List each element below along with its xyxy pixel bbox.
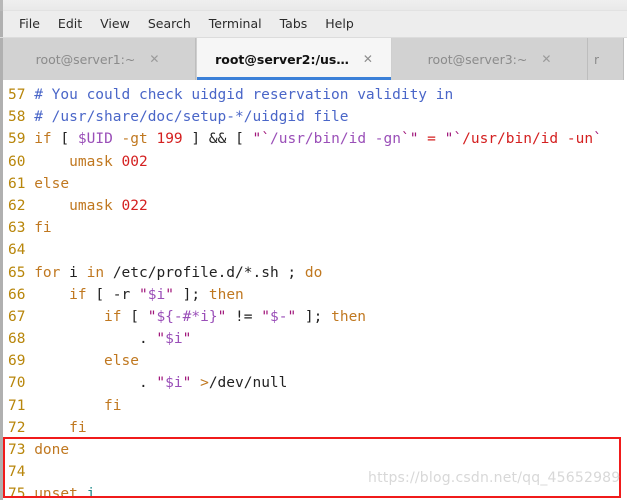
- line-text: fi: [34, 419, 87, 436]
- code-line-59: 59 if [ $UID -gt 199 ] && [ "`/usr/bin/i…: [8, 131, 602, 148]
- line-text: else: [34, 353, 139, 370]
- terminal-window: File Edit View Search Terminal Tabs Help…: [0, 0, 627, 500]
- line-text: fi: [34, 220, 52, 237]
- line-number: 69: [8, 353, 26, 370]
- code-line-63: 63 fi: [0, 217, 627, 239]
- code-line-72: 72 fi: [0, 417, 627, 439]
- line-number: 60: [8, 153, 26, 170]
- code-line-65: 65 for i in /etc/profile.d/*.sh ; do: [8, 264, 323, 281]
- tab-label: root@server2:/us…: [215, 51, 349, 67]
- code-line-58: 58 # /usr/share/doc/setup-*/uidgid file: [0, 106, 627, 128]
- code-line-73: 73 done: [0, 439, 627, 461]
- tab-label: root@server1:~: [35, 51, 136, 67]
- code-line-60: 60 umask 002: [8, 153, 148, 170]
- menu-file[interactable]: File: [10, 14, 49, 34]
- code-line-71: 71 fi: [0, 395, 627, 417]
- line-text: done: [34, 442, 70, 458]
- menu-terminal[interactable]: Terminal: [200, 14, 271, 34]
- line-number: 64: [8, 242, 26, 259]
- line-number: 65: [8, 264, 26, 281]
- line-number: 57: [8, 87, 26, 103]
- code-line-57: 57 # You could check uidgid reservation …: [0, 84, 627, 106]
- tab-root-server1[interactable]: root@server1:~ ✕: [0, 38, 196, 80]
- terminal-content[interactable]: 57 # You could check uidgid reservation …: [0, 80, 627, 500]
- menu-view[interactable]: View: [91, 14, 139, 34]
- code-line-67: 67 if [ "${-#*i}" != "$-" ]; then: [8, 308, 367, 325]
- code-line-62: 62 umask 022: [8, 197, 148, 214]
- code-line-64: 64: [0, 239, 627, 261]
- kw-if: if: [34, 131, 52, 148]
- menu-tabs[interactable]: Tabs: [271, 14, 317, 34]
- tab-label: root@server3:~: [427, 51, 528, 67]
- line-text: else: [34, 175, 70, 192]
- window-left-edge: [0, 0, 3, 11]
- close-icon[interactable]: ✕: [149, 53, 159, 65]
- tab-root-server3[interactable]: root@server3:~ ✕: [392, 38, 588, 80]
- line-number: 68: [8, 331, 26, 348]
- line-text: fi: [34, 397, 122, 414]
- close-icon[interactable]: ✕: [363, 53, 373, 65]
- line-text: # /usr/share/doc/setup-*/uidgid file: [34, 109, 349, 126]
- menu-search[interactable]: Search: [139, 14, 200, 34]
- line-number: 62: [8, 197, 26, 214]
- line-number: 75: [8, 486, 26, 500]
- code-line-75: 75 unset i: [0, 483, 627, 500]
- line-number: 67: [8, 308, 26, 325]
- code-line-70: 70 . "$i" >/dev/null: [8, 375, 288, 392]
- line-number: 71: [8, 397, 26, 414]
- line-number: 74: [8, 464, 26, 481]
- tab-partial-next[interactable]: r: [588, 38, 624, 80]
- line-number: 61: [8, 175, 26, 192]
- code-line-66: 66 if [ -r "$i" ]; then: [8, 286, 244, 303]
- line-number: 72: [8, 419, 26, 436]
- var-uid: $UID: [77, 131, 113, 148]
- menu-help[interactable]: Help: [316, 14, 363, 34]
- code-line-68: 68 . "$i": [8, 331, 192, 348]
- tab-root-server2[interactable]: root@server2:/us… ✕: [196, 38, 392, 80]
- line-number: 59: [8, 131, 26, 148]
- tab-bar: root@server1:~ ✕ root@server2:/us… ✕ roo…: [0, 38, 627, 80]
- code-line-69: 69 else: [0, 350, 627, 372]
- menu-edit[interactable]: Edit: [49, 14, 91, 34]
- window-titlebar: [0, 0, 627, 11]
- menubar: File Edit View Search Terminal Tabs Help: [0, 11, 627, 38]
- code-line-74: 74: [0, 461, 627, 483]
- line-number: 58: [8, 109, 26, 126]
- line-number: 66: [8, 286, 26, 303]
- line-number: 70: [8, 375, 26, 392]
- tab-label: r: [594, 51, 600, 67]
- code-line-61: 61 else: [0, 173, 627, 195]
- line-number: 73: [8, 442, 26, 458]
- close-icon[interactable]: ✕: [541, 53, 551, 65]
- line-text: # You could check uidgid reservation val…: [34, 87, 454, 103]
- line-number: 63: [8, 220, 26, 237]
